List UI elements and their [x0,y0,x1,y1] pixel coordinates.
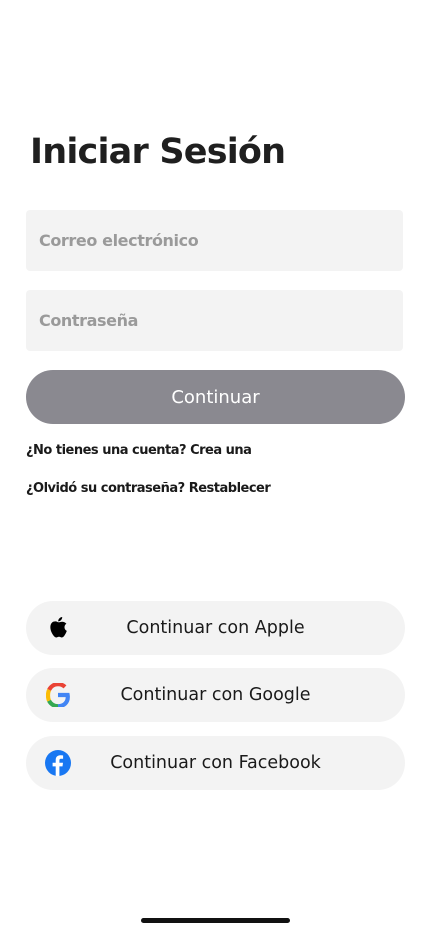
google-icon [45,682,71,708]
facebook-icon [45,750,71,776]
signup-prompt: ¿No tienes una cuenta? Crea una [26,443,252,458]
email-field[interactable] [26,210,403,271]
continue-button[interactable]: Continuar [26,370,405,424]
continue-with-google-button[interactable]: Continuar con Google [26,668,405,722]
home-indicator[interactable] [141,918,290,923]
reset-prompt-text: ¿Olvidó su contraseña? [26,481,185,496]
reset-password-link[interactable]: Restablecer [189,481,271,496]
email-input[interactable] [39,231,403,250]
continue-with-apple-button[interactable]: Continuar con Apple [26,601,405,655]
continue-with-facebook-button[interactable]: Continuar con Facebook [26,736,405,790]
reset-prompt: ¿Olvidó su contraseña? Restablecer [26,481,271,496]
apple-icon [45,615,71,641]
password-field[interactable] [26,290,403,351]
apple-button-label: Continuar con Apple [126,618,305,638]
google-button-label: Continuar con Google [120,685,311,705]
signup-prompt-text: ¿No tienes una cuenta? [26,443,187,458]
create-account-link[interactable]: Crea una [190,443,252,458]
page-title: Iniciar Sesión [30,132,286,172]
facebook-button-label: Continuar con Facebook [110,753,321,773]
login-screen: Iniciar Sesión Continuar ¿No tienes una … [0,0,431,934]
password-input[interactable] [39,311,403,330]
